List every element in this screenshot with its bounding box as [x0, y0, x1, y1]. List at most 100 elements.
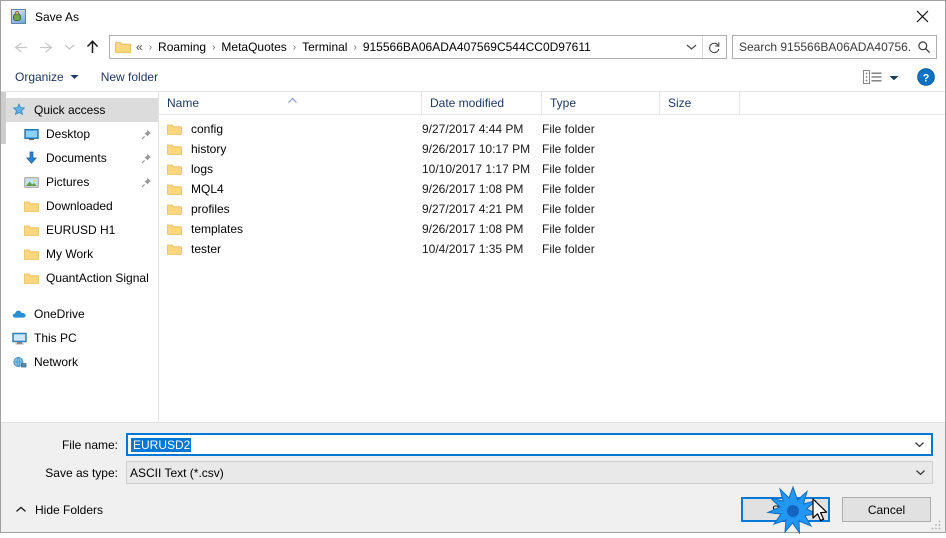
hide-folders-button[interactable]: Hide Folders [15, 503, 103, 517]
sidebar-item-quantaction-signal[interactable]: QuantAction Signal [1, 266, 158, 290]
folder-icon [167, 243, 184, 256]
sidebar-item-label: QuantAction Signal [46, 271, 149, 285]
folder-icon [167, 143, 184, 156]
organize-button[interactable]: Organize [15, 70, 79, 84]
sidebar-item-documents[interactable]: Documents [1, 146, 158, 170]
view-dropdown-caret [889, 70, 899, 84]
table-row[interactable]: history 9/26/2017 10:17 PM File folder [159, 139, 945, 159]
forward-button[interactable] [33, 35, 59, 59]
column-header-date-modified[interactable]: Date modified [422, 91, 542, 115]
save-button[interactable]: Save [741, 497, 830, 522]
file-date: 9/26/2017 1:08 PM [422, 222, 524, 236]
dialog-footer: File name: EURUSD2 Save as type: ASCII T… [1, 422, 945, 532]
search-input[interactable]: Search 915566BA06ADA40756... [733, 40, 912, 54]
sidebar-item-label: My Work [46, 247, 94, 261]
search-box[interactable]: Search 915566BA06ADA40756... [732, 35, 937, 59]
pin-icon[interactable] [140, 129, 152, 140]
star-pin-icon [11, 103, 28, 117]
file-date: 10/10/2017 1:17 PM [422, 162, 531, 176]
table-row[interactable]: tester 10/4/2017 1:35 PM File folder [159, 239, 945, 259]
sidebar-item-onedrive[interactable]: OneDrive [1, 302, 158, 326]
table-row[interactable]: logs 10/10/2017 1:17 PM File folder [159, 159, 945, 179]
save-label: Save [771, 502, 800, 517]
refresh-button[interactable] [702, 36, 726, 58]
table-row[interactable]: MQL4 9/26/2017 1:08 PM File folder [159, 179, 945, 199]
file-name-dropdown-button[interactable] [907, 441, 931, 448]
folder-icon [23, 200, 40, 213]
table-row[interactable]: config 9/27/2017 4:44 PM File folder [159, 119, 945, 139]
file-name-value: EURUSD2 [131, 437, 192, 452]
save-as-type-dropdown-button[interactable] [908, 469, 932, 476]
view-layout-icon [863, 69, 882, 84]
sidebar-item-desktop[interactable]: Desktop [1, 122, 158, 146]
file-name: profiles [191, 202, 230, 216]
help-button[interactable]: ? [917, 67, 935, 86]
breadcrumb-item-metaquotes[interactable]: MetaQuotes [218, 40, 289, 54]
sidebar-item-pictures[interactable]: Pictures [1, 170, 158, 194]
svg-text:?: ? [923, 72, 930, 84]
chevron-down-icon [70, 74, 79, 80]
back-button[interactable] [7, 35, 33, 59]
save-as-type-label: Save as type: [45, 465, 118, 480]
file-date: 9/27/2017 4:44 PM [422, 122, 524, 136]
save-as-type-value: ASCII Text (*.csv) [130, 465, 224, 480]
table-row[interactable]: profiles 9/27/2017 4:21 PM File folder [159, 199, 945, 219]
file-name: tester [191, 242, 222, 256]
button-row: Hide Folders Save Cancel [1, 489, 945, 532]
pin-icon[interactable] [140, 177, 152, 188]
file-name-field[interactable]: EURUSD2 [126, 433, 933, 456]
breadcrumb[interactable]: « › Roaming › MetaQuotes › Terminal › 91… [135, 40, 680, 54]
save-as-type-field[interactable]: ASCII Text (*.csv) [126, 461, 933, 484]
file-type: File folder [542, 202, 595, 216]
sidebar-scrollbar[interactable] [1, 92, 6, 144]
address-bar[interactable]: « › Roaming › MetaQuotes › Terminal › 91… [109, 35, 727, 59]
address-dropdown-button[interactable] [680, 36, 702, 58]
file-name: config [191, 122, 224, 136]
resize-grip[interactable] [930, 518, 942, 530]
command-toolbar: Organize New folder ? [1, 62, 945, 92]
up-arrow-icon [86, 40, 98, 53]
up-button[interactable] [79, 35, 105, 59]
cancel-button[interactable]: Cancel [842, 497, 931, 522]
sidebar-item-quick-access[interactable]: Quick access [1, 98, 158, 122]
column-header-name[interactable]: Name [159, 91, 422, 115]
file-type: File folder [542, 182, 595, 196]
new-folder-button[interactable]: New folder [101, 70, 158, 84]
column-headers: Name Date modified Type Size [159, 91, 945, 115]
sidebar-item-downloaded[interactable]: Downloaded [1, 194, 158, 218]
this-pc-icon [11, 332, 28, 345]
breadcrumb-item-guid[interactable]: 915566BA06ADA407569C544CC0D97611 [360, 40, 594, 54]
folder-icon [167, 163, 184, 176]
sidebar-item-my-work[interactable]: My Work [1, 242, 158, 266]
folder-icon [23, 272, 40, 285]
chevron-down-icon [915, 470, 925, 476]
chevron-up-icon [15, 506, 27, 513]
sidebar-item-label: EURUSD H1 [46, 223, 116, 237]
breadcrumb-separator: › [292, 41, 297, 53]
breadcrumb-item-terminal[interactable]: Terminal [299, 40, 350, 54]
network-icon [11, 356, 28, 369]
column-header-size[interactable]: Size [660, 91, 740, 115]
sidebar-item-network[interactable]: Network [1, 350, 158, 374]
sidebar-item-this-pc[interactable]: This PC [1, 326, 158, 350]
pin-icon[interactable] [140, 153, 152, 164]
file-rows: config 9/27/2017 4:44 PM File folder his… [159, 115, 945, 422]
sidebar-item-label: Pictures [46, 175, 90, 189]
recent-locations-button[interactable] [59, 35, 79, 59]
sort-ascending-icon [287, 93, 298, 107]
file-name-input[interactable]: EURUSD2 [128, 437, 907, 452]
table-row[interactable]: templates 9/26/2017 1:08 PM File folder [159, 219, 945, 239]
file-type: File folder [542, 122, 595, 136]
column-header-type[interactable]: Type [542, 91, 660, 115]
breadcrumb-lead[interactable]: « [135, 40, 146, 54]
breadcrumb-item-roaming[interactable]: Roaming [155, 40, 209, 54]
breadcrumb-separator: › [353, 41, 357, 53]
close-button[interactable] [899, 1, 945, 31]
file-type: File folder [542, 222, 595, 236]
file-name: history [191, 142, 227, 156]
change-view-button[interactable] [863, 69, 899, 84]
documents-download-icon [23, 151, 40, 165]
sidebar-item-eurusd-h1[interactable]: EURUSD H1 [1, 218, 158, 242]
breadcrumb-separator: › [148, 41, 153, 53]
folder-icon [115, 40, 131, 54]
